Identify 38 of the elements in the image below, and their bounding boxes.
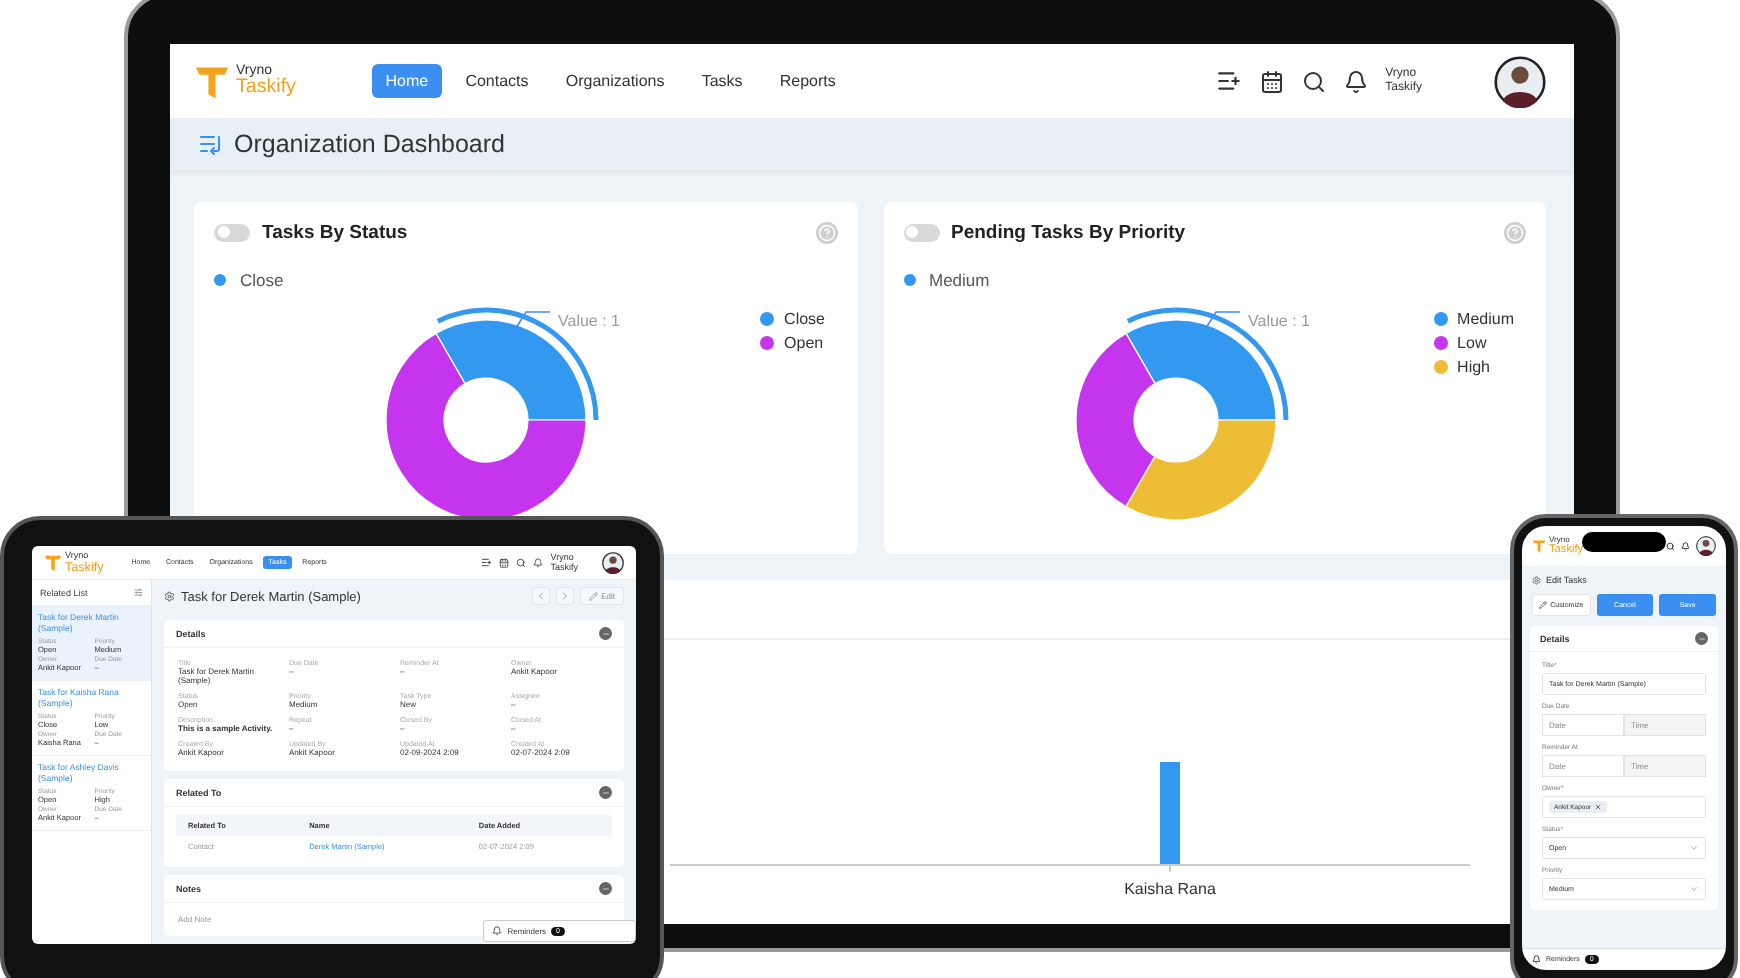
tooltip-text: Value : 1: [1247, 312, 1309, 330]
legend-label: Medium: [1457, 310, 1514, 328]
collapse-icon[interactable]: [599, 786, 612, 799]
add-list-icon[interactable]: [1215, 68, 1242, 94]
card-title: Tasks By Status: [262, 221, 408, 243]
card-title: Pending Tasks By Priority: [951, 221, 1186, 243]
axis-label: Kaisha Rana: [1124, 880, 1216, 898]
leader-line: [515, 311, 551, 329]
search-icon[interactable]: [1301, 69, 1326, 93]
logo-icon: [44, 553, 62, 572]
camera-notch: [1582, 532, 1666, 552]
series-label: Close: [240, 270, 284, 290]
legend-label: Open: [784, 334, 824, 352]
tooltip-text: Value : 1: [558, 312, 620, 330]
list-arrow-icon[interactable]: [198, 132, 222, 156]
leader-line: [1204, 311, 1240, 329]
logo-icon: [1532, 539, 1546, 553]
nav-tab[interactable]: Organizations: [552, 64, 679, 98]
logo-text: Taskify: [236, 78, 296, 99]
page-title: Organization Dashboard: [234, 130, 505, 158]
logo-icon: [194, 63, 230, 99]
avatar-icon[interactable]: [1494, 55, 1546, 107]
legend-label: High: [1457, 358, 1490, 376]
nav-tab[interactable]: Tasks: [688, 64, 757, 98]
avatar-icon[interactable]: [1696, 536, 1716, 556]
collapse-icon[interactable]: [1695, 632, 1708, 645]
collapse-icon[interactable]: [599, 882, 612, 895]
bell-icon[interactable]: [1343, 69, 1368, 93]
legend-label: Low: [1457, 334, 1487, 352]
avatar-icon[interactable]: [602, 551, 624, 574]
toggle-switch[interactable]: [214, 223, 250, 241]
toggle-switch[interactable]: [903, 223, 939, 241]
calendar-icon[interactable]: [1259, 69, 1284, 93]
collapse-icon[interactable]: [599, 627, 612, 640]
legend-label: Close: [784, 310, 825, 328]
nav-tab[interactable]: Contacts: [451, 64, 543, 98]
series-label: Medium: [929, 270, 990, 290]
nav-tab[interactable]: Reports: [766, 64, 850, 98]
